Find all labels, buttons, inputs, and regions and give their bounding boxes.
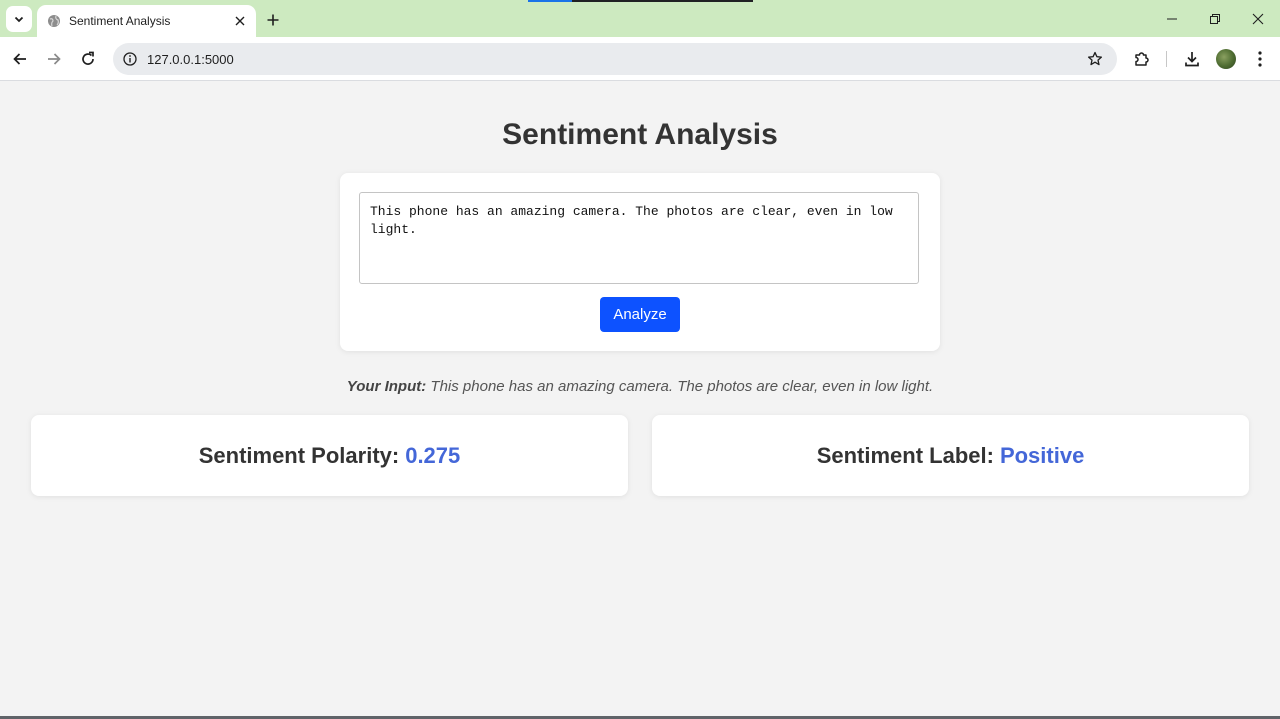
extensions-button[interactable] [1130, 47, 1154, 71]
tab-title: Sentiment Analysis [69, 14, 171, 28]
polarity-label: Sentiment Polarity: [198, 442, 400, 468]
new-tab-button[interactable] [262, 9, 284, 31]
tab-close-button[interactable] [230, 11, 250, 31]
forward-arrow-icon [48, 53, 61, 65]
toolbar-divider [1166, 51, 1167, 67]
restore-icon [1210, 14, 1220, 24]
your-input-label: Your Input: [346, 378, 427, 395]
url-text[interactable]: 127.0.0.1:5000 [147, 52, 1083, 67]
minimize-icon [1167, 18, 1177, 20]
address-bar[interactable]: 127.0.0.1:5000 [113, 43, 1117, 75]
downloads-button[interactable] [1180, 47, 1204, 71]
globe-icon [47, 14, 61, 28]
tab-search-button[interactable] [6, 6, 32, 32]
bookmark-button[interactable] [1083, 47, 1107, 71]
profile-avatar[interactable] [1216, 49, 1236, 69]
input-card: This phone has an amazing camera. The ph… [340, 173, 940, 351]
your-input-value: This phone has an amazing camera. The ph… [430, 378, 934, 395]
minimize-button[interactable] [1158, 8, 1186, 30]
back-button[interactable] [8, 47, 32, 71]
tab-strip: Sentiment Analysis [0, 0, 1280, 37]
star-icon [1087, 51, 1103, 66]
forward-button[interactable] [42, 47, 66, 71]
sentiment-label-value: Positive [999, 442, 1085, 468]
tab-sentiment-analysis[interactable]: Sentiment Analysis [37, 5, 256, 37]
sentiment-label-label: Sentiment Label: [816, 442, 994, 468]
tab-strip-indicator [528, 0, 572, 2]
your-input-line: Your Input: This phone has an amazing ca… [0, 378, 1280, 395]
back-arrow-icon [13, 53, 26, 65]
kebab-menu-icon [1258, 51, 1262, 67]
close-icon [235, 16, 245, 26]
download-icon [1185, 52, 1199, 67]
polarity-value: 0.275 [405, 442, 461, 468]
tab-strip-indicator-dark [572, 0, 753, 2]
reload-icon [82, 51, 94, 65]
close-icon [1252, 13, 1264, 25]
site-info-button[interactable] [120, 49, 140, 69]
info-icon [123, 52, 137, 66]
sentiment-label-card: Sentiment Label: Positive [652, 415, 1249, 496]
page-title: Sentiment Analysis [502, 118, 778, 151]
puzzle-icon [1135, 52, 1149, 66]
polarity-card: Sentiment Polarity: 0.275 [31, 415, 628, 496]
restore-button[interactable] [1201, 8, 1229, 30]
chevron-down-icon [14, 16, 24, 23]
plus-icon [267, 14, 279, 26]
browser-toolbar: 127.0.0.1:5000 [0, 37, 1280, 81]
window-close-button[interactable] [1244, 8, 1272, 30]
reload-button[interactable] [76, 47, 100, 71]
analyze-button[interactable]: Analyze [600, 297, 680, 332]
browser-menu-button[interactable] [1248, 47, 1272, 71]
review-textarea[interactable]: This phone has an amazing camera. The ph… [359, 192, 919, 284]
